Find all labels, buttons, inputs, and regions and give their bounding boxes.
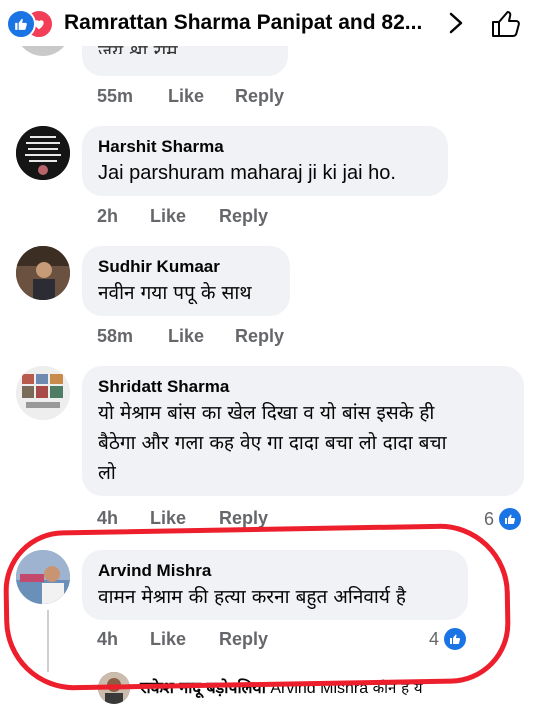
comment-text: वामन मेश्राम की हत्या करना बहुत अनिवार्य… <box>98 586 406 608</box>
like-reaction-icon <box>6 9 36 39</box>
comment-time[interactable]: 55m <box>97 86 163 107</box>
reply-mention[interactable]: Arvind Mishra <box>270 680 368 697</box>
reaction-count[interactable]: 4 <box>429 626 469 652</box>
like-button[interactable]: Like <box>150 206 214 227</box>
avatar-image <box>16 366 70 420</box>
comment-actions: 2h Like Reply <box>97 206 268 227</box>
reply-button[interactable]: Reply <box>219 206 268 227</box>
post-reactions-header: Ramrattan Sharma Panipat and 82... <box>0 0 540 46</box>
like-button[interactable]: Like <box>150 629 214 650</box>
avatar-image <box>98 672 130 704</box>
reply-button[interactable]: Reply <box>219 629 268 650</box>
reply-author[interactable]: राकेश नादू बड़ोपलिया <box>140 678 266 697</box>
reaction-count-number: 6 <box>484 508 495 529</box>
commenter-name[interactable]: Shridatt Sharma <box>98 376 508 398</box>
avatar-image <box>16 126 70 180</box>
comment-actions: 58m Like Reply <box>97 326 284 347</box>
reactors-title[interactable]: Ramrattan Sharma Panipat and 82... <box>64 11 422 35</box>
commenter-name[interactable]: Arvind Mishra <box>98 560 452 582</box>
comment-text: नवीन गया पपू के साथ <box>98 282 252 304</box>
like-button[interactable]: Like <box>150 508 214 529</box>
avatar[interactable] <box>98 672 130 704</box>
avatar[interactable] <box>16 550 70 604</box>
reply-button[interactable]: Reply <box>235 326 284 347</box>
comment-bubble: Harshit Sharma Jai parshuram maharaj ji … <box>82 126 448 196</box>
avatar[interactable] <box>16 366 70 420</box>
commenter-name[interactable]: Harshit Sharma <box>98 136 432 158</box>
chevron-right-icon[interactable] <box>446 12 466 34</box>
comment-bubble: Arvind Mishra वामन मेश्राम की हत्या करना… <box>82 550 468 620</box>
reaction-count[interactable]: 6 <box>484 506 524 532</box>
reply-text: कौन है ये <box>372 679 423 697</box>
comment-actions: 4h Like Reply <box>97 629 268 650</box>
like-button[interactable]: Like <box>168 326 230 347</box>
avatar[interactable] <box>16 126 70 180</box>
comment-text-line: यो मेश्राम बांस का खेल दिखा व यो बांस इस… <box>98 402 435 424</box>
commenter-name[interactable]: Sudhir Kumaar <box>98 256 274 278</box>
like-reaction-icon <box>497 506 524 532</box>
comment-time[interactable]: 4h <box>97 629 145 650</box>
comment-time[interactable]: 2h <box>97 206 145 227</box>
avatar-image <box>16 246 70 300</box>
comment-bubble: Shridatt Sharma यो मेश्राम बांस का खेल द… <box>82 366 524 496</box>
comment-text-line: लो <box>98 462 116 484</box>
comment-bubble: Sudhir Kumaar नवीन गया पपू के साथ <box>82 246 290 316</box>
comment-actions: 4h Like Reply <box>97 508 268 529</box>
comment-time[interactable]: 4h <box>97 508 145 529</box>
comment-time[interactable]: 58m <box>97 326 163 347</box>
reply-preview[interactable]: राकेश नादू बड़ोपलिया Arvind Mishra कौन ह… <box>140 676 423 698</box>
reaction-icons[interactable] <box>6 9 64 39</box>
comment-actions: 55m Like Reply <box>97 86 284 107</box>
thread-line <box>47 610 49 672</box>
comment-text-line: बैठेगा और गला कह वेए गा दादा बचा लो दादा… <box>98 432 447 454</box>
reaction-count-number: 4 <box>429 628 440 649</box>
avatar[interactable] <box>16 246 70 300</box>
thumbs-up-icon[interactable] <box>491 10 521 38</box>
like-button[interactable]: Like <box>168 86 230 107</box>
comment-text: Jai parshuram maharaj ji ki jai ho. <box>98 162 396 184</box>
reply-button[interactable]: Reply <box>219 508 268 529</box>
like-reaction-icon <box>442 626 469 652</box>
reply-button[interactable]: Reply <box>235 86 284 107</box>
avatar-image <box>16 550 70 604</box>
